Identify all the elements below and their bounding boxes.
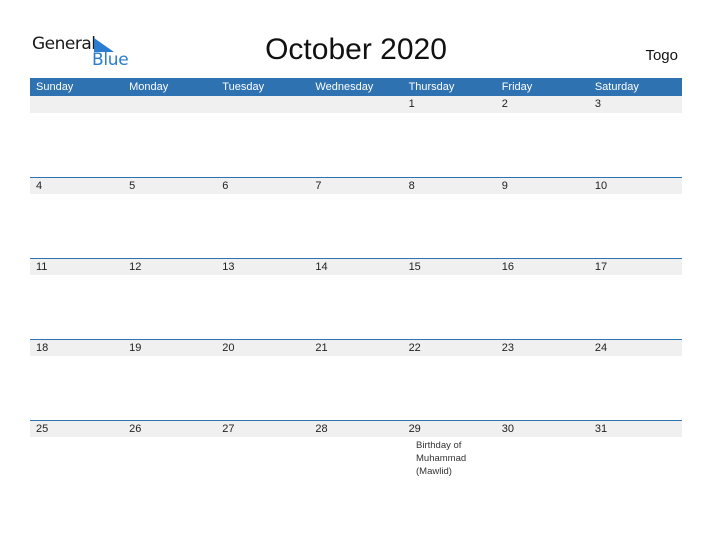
day-number-row: 11 12 13 14 15 16 17 [30, 258, 682, 275]
day-event [106, 437, 182, 478]
day-number: 10 [594, 180, 608, 192]
day-event [410, 194, 486, 196]
day-number-row: 25 26 27 28 29 30 31 [30, 420, 682, 437]
day-number: 24 [594, 342, 608, 354]
day-number: 2 [501, 98, 508, 110]
day-event [106, 194, 182, 196]
country-label: Togo [645, 47, 678, 64]
day-number: 11 [36, 261, 48, 273]
event-row [30, 275, 682, 277]
day-event [258, 113, 334, 115]
day-number: 31 [594, 423, 608, 435]
day-number: 22 [408, 342, 421, 354]
day-number: 5 [129, 180, 136, 192]
day-number [30, 96, 123, 113]
weekday-wednesday: Wednesday [315, 81, 374, 93]
day-number: 30 [501, 423, 514, 435]
day-number: 26 [129, 423, 142, 435]
day-number: 23 [501, 342, 514, 354]
day-number: 14 [315, 261, 328, 273]
day-number: 29 [408, 423, 421, 435]
event-row [30, 113, 682, 115]
week-row: 1 2 3 [30, 96, 682, 177]
day-number: 7 [315, 180, 322, 192]
day-event [410, 275, 486, 277]
day-event [410, 356, 486, 358]
day-event [30, 194, 106, 196]
day-number: 8 [408, 180, 415, 192]
day-event [334, 275, 410, 277]
day-event [106, 275, 182, 277]
day-number: 18 [36, 342, 49, 354]
day-number: 19 [129, 342, 142, 354]
day-number: 9 [501, 180, 508, 192]
day-number: 20 [222, 342, 235, 354]
weekday-saturday: Saturday [594, 81, 639, 93]
day-event [486, 194, 562, 196]
day-event [182, 437, 258, 478]
weekday-header: Sunday Monday Tuesday Wednesday Thursday… [30, 78, 682, 96]
day-number-row: 4 5 6 7 8 9 10 [30, 177, 682, 194]
day-number-row: 18 19 20 21 22 23 24 [30, 339, 682, 356]
week-row: 4 5 6 7 8 9 10 [30, 177, 682, 258]
day-event [106, 356, 182, 358]
day-event [334, 356, 410, 358]
day-event [182, 356, 258, 358]
week-row: 11 12 13 14 15 16 17 [30, 258, 682, 339]
weekday-monday: Monday [129, 81, 169, 93]
day-number: 13 [222, 261, 235, 273]
day-event [334, 194, 410, 196]
day-number [123, 96, 216, 113]
day-number: 27 [222, 423, 235, 435]
day-number: 28 [315, 423, 328, 435]
calendar-grid: Sunday Monday Tuesday Wednesday Thursday… [30, 78, 682, 501]
day-number [216, 96, 309, 113]
day-event [258, 275, 334, 277]
event-row [30, 356, 682, 358]
day-event [486, 356, 562, 358]
day-event [258, 356, 334, 358]
day-number: 1 [408, 98, 415, 110]
day-event [486, 113, 562, 115]
day-event [30, 356, 106, 358]
day-number: 3 [594, 98, 601, 110]
day-number: 17 [594, 261, 608, 273]
day-event [334, 437, 410, 478]
weekday-thursday: Thursday [408, 81, 455, 93]
calendar-title: October 2020 [265, 33, 447, 66]
weekday-tuesday: Tuesday [222, 81, 265, 93]
day-event [334, 113, 410, 115]
day-event [182, 275, 258, 277]
day-number: 21 [315, 342, 328, 354]
day-number-row: 1 2 3 [30, 96, 682, 113]
week-row: 25 26 27 28 29 30 31 Birthday of Muhammad (Mawl… [30, 420, 682, 501]
week-row: 18 19 20 21 22 23 24 [30, 339, 682, 420]
day-event: Birthday of Muhammad (Mawlid) [416, 440, 467, 477]
day-event [182, 194, 258, 196]
day-number: 4 [36, 180, 43, 192]
day-number: 12 [129, 261, 142, 273]
day-event [410, 113, 486, 115]
day-event [30, 275, 106, 277]
day-event [258, 194, 334, 196]
day-number [309, 96, 402, 113]
day-event [182, 113, 258, 115]
event-row: Birthday of Muhammad (Mawlid) [30, 437, 682, 478]
day-number: 25 [36, 423, 49, 435]
day-number: 16 [501, 261, 514, 273]
day-event [30, 437, 106, 478]
day-event [30, 113, 106, 115]
weekday-sunday: Sunday [36, 81, 74, 93]
weekday-friday: Friday [501, 81, 533, 93]
day-event [486, 275, 562, 277]
day-event [258, 437, 334, 478]
day-number: 15 [408, 261, 421, 273]
event-row [30, 194, 682, 196]
day-event [106, 113, 182, 115]
day-event [486, 437, 562, 478]
day-number: 6 [222, 180, 229, 192]
